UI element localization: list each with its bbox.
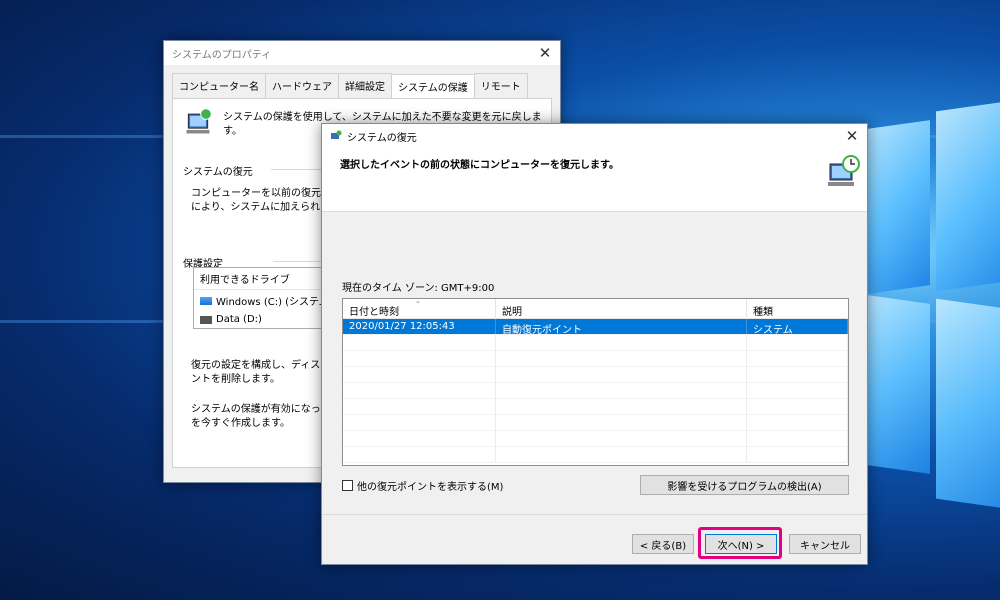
dialog-header: 選択したイベントの前の状態にコンピューターを復元します。	[322, 148, 867, 212]
checkbox-box[interactable]	[342, 480, 353, 491]
config-description-1: 復元の設定を構成し、ディスク領	[191, 360, 341, 371]
checkbox-label: 他の復元ポイントを表示する(M)	[357, 482, 504, 493]
footer-divider	[322, 514, 867, 515]
system-restore-titlebar[interactable]: システムの復元 ✕	[322, 124, 867, 148]
column-label: 日付と時刻	[349, 307, 399, 318]
show-more-restore-points-checkbox[interactable]: 他の復元ポイントを表示する(M)	[342, 478, 503, 493]
tab-strip: コンピューター名 ハードウェア 詳細設定 システムの保護 リモート	[164, 65, 560, 99]
drive-label: Windows (C:) (システム)	[216, 297, 333, 308]
empty-row	[343, 383, 848, 399]
table-row[interactable]: 2020/01/27 12:05:43 自動復元ポイント システム	[343, 319, 848, 336]
system-restore-icon	[331, 130, 342, 139]
cancel-button[interactable]: キャンセル	[789, 534, 861, 554]
tab-computer-name[interactable]: コンピューター名	[172, 73, 266, 98]
tab-advanced[interactable]: 詳細設定	[338, 73, 392, 98]
column-label: 説明	[502, 307, 522, 318]
close-icon[interactable]: ✕	[530, 42, 560, 64]
drive-label: Data (D:)	[216, 314, 262, 325]
empty-row	[343, 335, 848, 351]
tab-system-protection[interactable]: システムの保護	[391, 74, 475, 99]
column-header-type[interactable]: 種類	[747, 299, 848, 318]
table-header: ⌄ 日付と時刻 説明 種類	[343, 299, 848, 319]
computer-shield-icon	[186, 108, 212, 134]
cell-type: システム	[747, 319, 848, 336]
timezone-label: 現在のタイム ゾーン: GMT+9:00	[342, 283, 495, 294]
back-button[interactable]: < 戻る(B)	[632, 534, 694, 554]
column-header-description[interactable]: 説明	[496, 299, 747, 318]
column-label: 種類	[753, 307, 773, 318]
system-drive-icon	[200, 296, 212, 305]
empty-row	[343, 367, 848, 383]
system-properties-titlebar[interactable]: システムのプロパティ ✕	[164, 41, 560, 65]
create-description-1: システムの保護が有効になってい	[191, 404, 341, 415]
computer-clock-icon	[828, 155, 860, 186]
scan-affected-programs-button[interactable]: 影響を受けるプログラムの検出(A)	[640, 475, 849, 495]
window-title: システムのプロパティ	[172, 49, 272, 61]
column-header-date[interactable]: ⌄ 日付と時刻	[343, 299, 496, 318]
windows-logo	[860, 85, 1000, 555]
empty-row	[343, 431, 848, 447]
empty-row	[343, 415, 848, 431]
restore-group-label: システムの復元	[183, 167, 253, 178]
restore-points-table[interactable]: ⌄ 日付と時刻 説明 種類 2020/01/27 12:05:43 自動復元ポイ…	[342, 298, 849, 466]
create-description-2: を今すぐ作成します。	[191, 418, 290, 429]
sort-indicator-icon: ⌄	[415, 298, 421, 305]
empty-row	[343, 447, 848, 463]
close-icon[interactable]: ✕	[837, 125, 867, 147]
config-description-2: ントを削除します。	[191, 374, 280, 385]
tab-hardware[interactable]: ハードウェア	[265, 73, 339, 98]
next-button-highlight	[698, 527, 782, 559]
data-drive-icon	[200, 315, 212, 324]
cell-date: 2020/01/27 12:05:43	[343, 319, 496, 334]
dialog-title: システムの復元	[347, 132, 417, 144]
empty-row	[343, 399, 848, 415]
cell-description: 自動復元ポイント	[496, 319, 747, 336]
tab-remote[interactable]: リモート	[473, 73, 528, 98]
dialog-heading: 選択したイベントの前の状態にコンピューターを復元します。	[340, 160, 619, 171]
empty-row	[343, 351, 848, 367]
system-restore-dialog: システムの復元 ✕ 選択したイベントの前の状態にコンピューターを復元します。 現…	[321, 123, 868, 565]
